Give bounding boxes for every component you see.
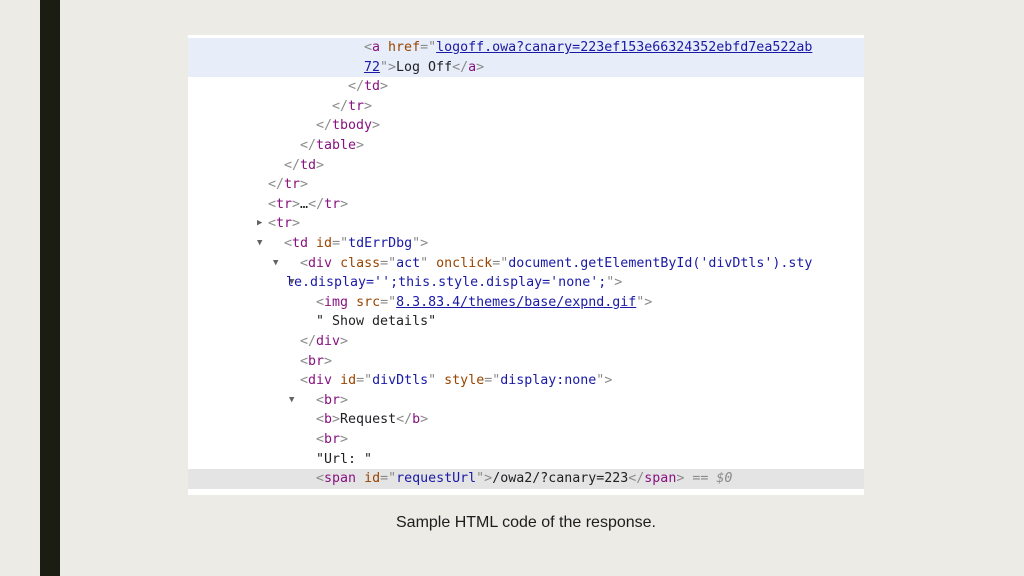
dom-line-div-act-continued[interactable]: le.display='';this.style.display='none';… [188, 273, 864, 293]
dom-line-b-request[interactable]: <b>Request</b> [188, 410, 864, 430]
dom-line-img[interactable]: <img src="8.3.83.4/themes/base/expnd.gif… [188, 293, 864, 313]
href-link-continued[interactable]: 72 [364, 60, 380, 75]
dom-line-td-errdbg[interactable]: ▼ <td id="tdErrDbg"> [188, 234, 864, 268]
left-accent-bar [40, 0, 60, 576]
dom-line-close-td[interactable]: </td> [188, 77, 864, 97]
dom-line-text-url[interactable]: "Url: " [188, 450, 864, 470]
more-options-icon[interactable]: ··· [192, 489, 214, 495]
dom-line-span-requesturl-selected[interactable]: ··· <span id="requestUrl">/owa2/?canary=… [188, 469, 864, 495]
dom-line-br[interactable]: <br> [188, 352, 864, 372]
dom-line-text-show-details[interactable]: " Show details" [188, 312, 864, 332]
dom-line-close-div[interactable]: </div> [188, 332, 864, 352]
dom-line-br[interactable]: <br> [188, 391, 864, 411]
devtools-elements-panel: <a href="logoff.owa?canary=223ef153e6632… [188, 35, 864, 495]
img-src-link[interactable]: 8.3.83.4/themes/base/expnd.gif [396, 295, 636, 310]
dom-line-close-tr[interactable]: </tr> [188, 175, 864, 195]
dom-line-div-dtls[interactable]: ▼ <div id="divDtls" style="display:none"… [188, 371, 864, 405]
dom-line-close-td[interactable]: </td> [188, 156, 864, 176]
line-content: 72">Log Off</a> [364, 59, 485, 75]
figure-caption: Sample HTML code of the response. [396, 514, 656, 531]
dom-line-tr-collapsed[interactable]: ▶ <tr>…</tr> [188, 195, 864, 229]
dom-line-a-text[interactable]: 72">Log Off</a> [188, 57, 864, 78]
href-link[interactable]: logoff.owa?canary=223ef153e66324352ebfd7… [436, 40, 812, 55]
dom-line-div-act[interactable]: ▼ <div class="act" onclick="document.get… [188, 254, 864, 288]
console-reference: == $0 [684, 471, 733, 487]
dom-line-tr-expanded[interactable]: ▼ <tr> [188, 214, 864, 248]
dom-line-br[interactable]: <br> [188, 430, 864, 450]
dom-line-close-tr[interactable]: </tr> [188, 97, 864, 117]
dom-line-close-tbody[interactable]: </tbody> [188, 116, 864, 136]
dom-line-close-table[interactable]: </table> [188, 136, 864, 156]
line-content: <a href="logoff.owa?canary=223ef153e6632… [364, 40, 813, 55]
dom-line-a-href[interactable]: <a href="logoff.owa?canary=223ef153e6632… [188, 38, 864, 58]
